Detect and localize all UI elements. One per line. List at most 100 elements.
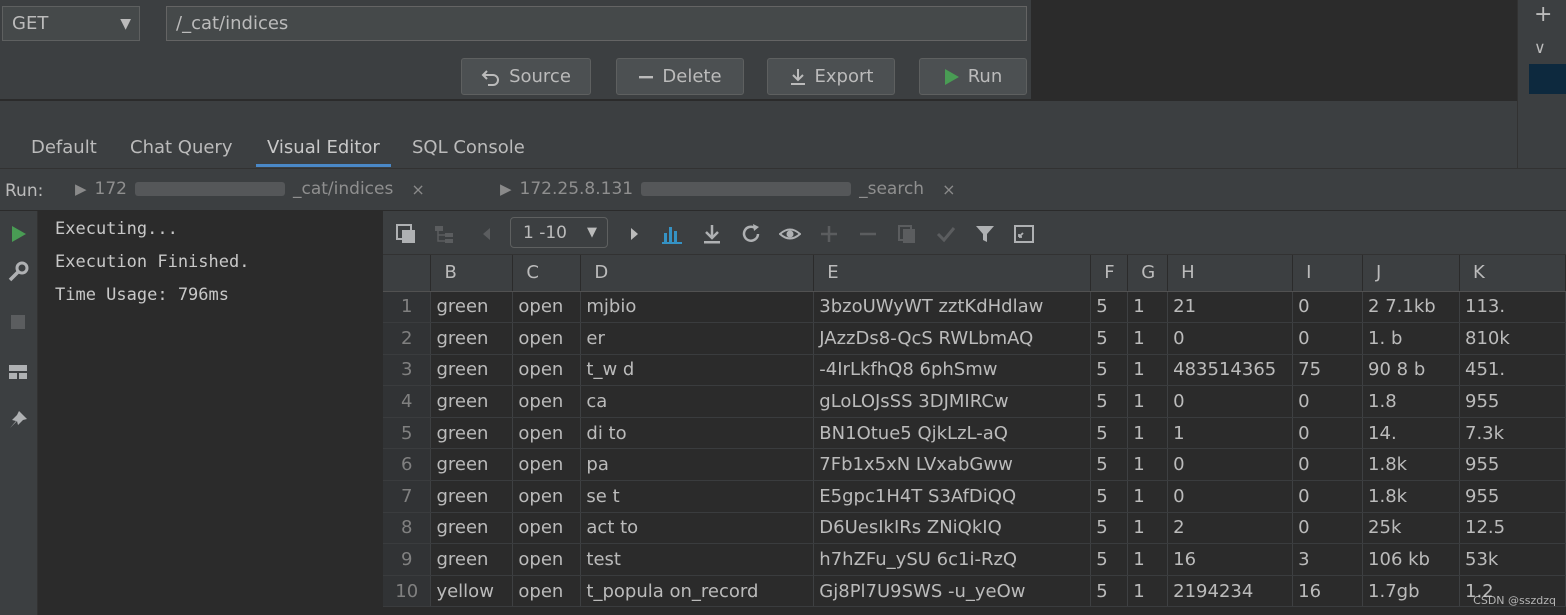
table-cell[interactable]: green: [430, 448, 514, 482]
table-cell[interactable]: green: [430, 291, 514, 324]
table-cell[interactable]: 1: [1127, 354, 1169, 387]
table-row[interactable]: 5 green open di to BN1Otue5 QjkLzL-aQ 5 …: [383, 417, 1566, 450]
table-cell[interactable]: green: [430, 512, 514, 545]
table-cell[interactable]: 1.8k: [1362, 448, 1460, 482]
column-header[interactable]: D: [580, 255, 815, 292]
page-range-select[interactable]: 1 -10 ▼: [510, 217, 608, 248]
table-cell[interactable]: 5: [1090, 354, 1129, 387]
table-cell[interactable]: open: [512, 448, 582, 482]
table-cell[interactable]: 0: [1167, 480, 1294, 513]
table-cell[interactable]: 1: [1127, 480, 1169, 513]
table-cell[interactable]: mjbio: [580, 291, 815, 324]
table-cell[interactable]: D6UesIkIRs ZNiQkIQ: [813, 512, 1092, 545]
chevron-down-icon[interactable]: ∨: [1534, 38, 1546, 57]
table-cell[interactable]: 53k: [1459, 543, 1566, 576]
table-cell[interactable]: -4IrLkfhQ8 6phSmw: [813, 354, 1092, 387]
download-icon[interactable]: [701, 223, 723, 245]
add-icon[interactable]: +: [1534, 2, 1552, 27]
table-cell[interactable]: green: [430, 354, 514, 387]
table-cell[interactable]: 106 kb: [1362, 543, 1460, 576]
table-cell[interactable]: open: [512, 480, 582, 513]
table-cell[interactable]: 2194234: [1167, 575, 1294, 608]
column-header[interactable]: I: [1292, 255, 1364, 292]
table-cell[interactable]: 113.: [1459, 291, 1566, 324]
run-button[interactable]: Run: [919, 58, 1027, 95]
table-cell[interactable]: 483514365: [1167, 354, 1294, 387]
table-cell[interactable]: 7Fb1x5xN LVxabGww: [813, 448, 1092, 482]
table-cell[interactable]: 3: [1292, 543, 1364, 576]
table-cell[interactable]: gLoLOJsSS 3DJMIRCw: [813, 385, 1092, 418]
table-cell[interactable]: E5gpc1H4T S3AfDiQQ: [813, 480, 1092, 513]
table-cell[interactable]: er: [580, 322, 815, 355]
table-cell[interactable]: 25k: [1362, 512, 1460, 545]
table-cell[interactable]: 0: [1167, 385, 1294, 418]
table-cell[interactable]: green: [430, 385, 514, 418]
table-cell[interactable]: pa: [580, 448, 815, 482]
table-cell[interactable]: 5: [1090, 417, 1129, 450]
table-cell[interactable]: green: [430, 480, 514, 513]
refresh-icon[interactable]: [740, 223, 762, 245]
run-tab-2[interactable]: ▶ 172.25.8.131 _search ×: [500, 179, 956, 199]
selected-item-highlight[interactable]: [1529, 64, 1566, 94]
table-cell[interactable]: 75: [1292, 354, 1364, 387]
table-cell[interactable]: 0: [1292, 417, 1364, 450]
table-cell[interactable]: 7.3k: [1459, 417, 1566, 450]
table-cell[interactable]: 2 7.1kb: [1362, 291, 1460, 324]
source-button[interactable]: Source: [461, 58, 591, 95]
tab-sql-console[interactable]: SQL Console: [412, 137, 525, 164]
table-cell[interactable]: 1: [1167, 417, 1294, 450]
table-cell[interactable]: 1: [1127, 543, 1169, 576]
table-row[interactable]: 7 green open se t E5gpc1H4T S3AfDiQQ 5 1…: [383, 480, 1566, 513]
table-cell[interactable]: 0: [1167, 448, 1294, 482]
table-cell[interactable]: 1.7gb: [1362, 575, 1460, 608]
table-cell[interactable]: yellow: [430, 575, 514, 608]
table-cell[interactable]: open: [512, 354, 582, 387]
table-row[interactable]: 10 yellow open t_popula on_record Gj8Pl7…: [383, 575, 1566, 608]
table-cell[interactable]: 5: [1090, 575, 1129, 608]
stop-icon[interactable]: [7, 311, 29, 333]
table-cell[interactable]: 0: [1167, 322, 1294, 355]
table-cell[interactable]: 2: [1167, 512, 1294, 545]
layout-icon[interactable]: [7, 361, 29, 383]
table-cell[interactable]: act to: [580, 512, 815, 545]
pin-icon[interactable]: [7, 409, 29, 431]
chart-icon[interactable]: [661, 223, 683, 245]
table-cell[interactable]: t_w d: [580, 354, 815, 387]
table-cell[interactable]: JAzzDs8-QcS RWLbmAQ: [813, 322, 1092, 355]
table-cell[interactable]: ca: [580, 385, 815, 418]
prev-page-icon[interactable]: [476, 223, 498, 245]
table-cell[interactable]: 3bzoUWyWT zztKdHdlaw: [813, 291, 1092, 324]
table-cell[interactable]: 16: [1292, 575, 1364, 608]
table-row[interactable]: 9 green open test h7hZFu_ySU 6c1i-RzQ 5 …: [383, 543, 1566, 576]
tab-chat-query[interactable]: Chat Query: [130, 137, 233, 164]
table-cell[interactable]: 1: [1127, 575, 1169, 608]
table-cell[interactable]: 1: [1127, 322, 1169, 355]
table-cell[interactable]: 12.5: [1459, 512, 1566, 545]
table-cell[interactable]: 0: [1292, 512, 1364, 545]
table-cell[interactable]: open: [512, 385, 582, 418]
table-cell[interactable]: 5: [1090, 448, 1129, 482]
table-cell[interactable]: se t: [580, 480, 815, 513]
table-cell[interactable]: 21: [1167, 291, 1294, 324]
filter-icon[interactable]: [974, 223, 996, 245]
table-row[interactable]: 8 green open act to D6UesIkIRs ZNiQkIQ 5…: [383, 512, 1566, 545]
table-cell[interactable]: 5: [1090, 322, 1129, 355]
table-cell[interactable]: 1: [1127, 291, 1169, 324]
table-cell[interactable]: Gj8Pl7U9SWS -u_yeOw: [813, 575, 1092, 608]
column-header[interactable]: G: [1127, 255, 1169, 292]
rerun-icon[interactable]: [7, 223, 29, 245]
table-cell[interactable]: 5: [1090, 385, 1129, 418]
table-cell[interactable]: open: [512, 417, 582, 450]
table-cell[interactable]: open: [512, 322, 582, 355]
table-cell[interactable]: open: [512, 575, 582, 608]
table-row[interactable]: 3 green open t_w d -4IrLkfhQ8 6phSmw 5 1…: [383, 354, 1566, 387]
column-header[interactable]: H: [1167, 255, 1294, 292]
table-cell[interactable]: test: [580, 543, 815, 576]
table-cell[interactable]: 1. b: [1362, 322, 1460, 355]
column-header[interactable]: J: [1362, 255, 1460, 292]
export-button[interactable]: Export: [767, 58, 895, 95]
table-cell[interactable]: 5: [1090, 543, 1129, 576]
table-cell[interactable]: 14.: [1362, 417, 1460, 450]
eye-icon[interactable]: [779, 223, 801, 245]
table-cell[interactable]: 0: [1292, 385, 1364, 418]
